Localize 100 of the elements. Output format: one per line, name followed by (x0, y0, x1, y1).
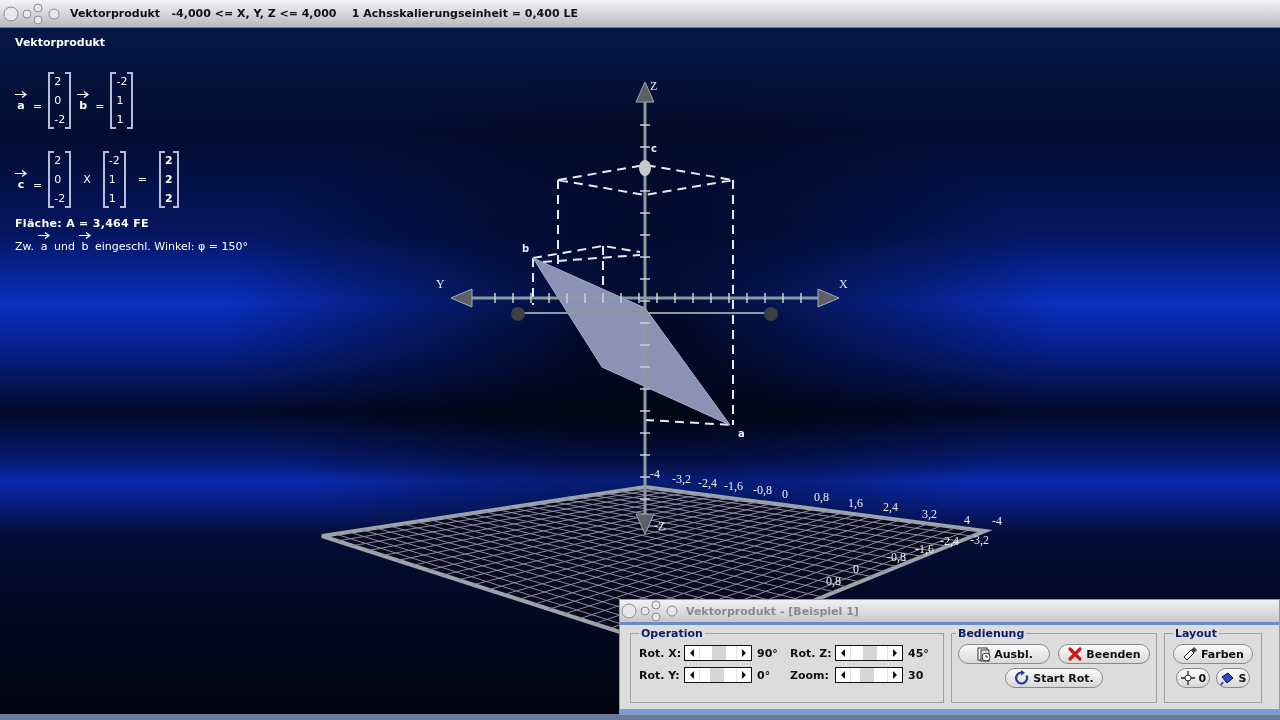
rotate-icon (1014, 670, 1031, 686)
grid-label: -2,4 (940, 534, 959, 548)
grid-label: -3,2 (672, 472, 691, 486)
axis-label: Z (650, 79, 658, 93)
vector-component: 0 (54, 93, 63, 109)
grid-label: 1,6 (848, 496, 863, 510)
grid-label: -0,8 (887, 550, 906, 564)
grid-label: 0 (853, 562, 859, 576)
slider-value: 45° (907, 646, 930, 660)
slider-thumb[interactable] (863, 646, 878, 660)
slider-label: Rot. Z: (790, 646, 833, 660)
vector-component: -2 (116, 74, 128, 90)
angle-text: Zw. (15, 241, 35, 252)
slider-label: Zoom: (790, 668, 830, 682)
left-arrow-icon (690, 671, 694, 679)
vector-arrow-icon (77, 90, 90, 98)
vector-arrow-icon (78, 232, 91, 239)
vector-component: 2 (164, 172, 173, 188)
button[interactable]: S (1215, 668, 1250, 688)
right-arrow-icon (893, 671, 897, 679)
vector-name: b (81, 241, 89, 252)
grid-label: -0,8 (753, 483, 772, 497)
grid-label: -3,2 (970, 533, 989, 547)
left-arrow-icon (841, 649, 845, 657)
button[interactable]: Ausbl. (958, 644, 1050, 664)
heading: Vektorprodukt (15, 36, 106, 49)
angle-text: und (54, 241, 75, 252)
vector-name: c (17, 178, 25, 190)
equals-sign: = (33, 178, 43, 192)
slider-value: 0° (756, 668, 772, 682)
vector-component: 1 (108, 191, 117, 207)
grid-label: 0,8 (814, 490, 829, 504)
vector-arrow-icon (38, 232, 51, 239)
axis-label: -Z (654, 519, 666, 533)
equals-sign: = (95, 99, 105, 113)
slider-thumb[interactable] (709, 668, 724, 682)
brush-icon (1182, 646, 1198, 662)
vector-component: 2 (164, 191, 173, 207)
button[interactable]: Beenden (1058, 644, 1150, 664)
axis-label: Y (436, 277, 445, 291)
vector-component: -2 (54, 112, 66, 128)
document-clock-icon (975, 646, 992, 662)
point-label: c (651, 143, 657, 154)
group-title: Bedienung (957, 627, 1026, 640)
vector-arrow-icon (15, 169, 27, 177)
left-arrow-icon (690, 649, 694, 657)
slider-value: 90° (756, 646, 779, 660)
equals-sign: = (137, 173, 147, 186)
angle-text: eingeschl. Winkel: φ = 150° (94, 241, 248, 252)
slider-value: 30 (907, 668, 925, 682)
slider-thumb[interactable] (859, 668, 874, 682)
vector-component: -2 (108, 153, 120, 169)
point-label: a (738, 428, 745, 439)
slider[interactable] (684, 667, 752, 683)
close-icon (1067, 646, 1084, 662)
vector-component: 1 (116, 112, 125, 128)
grid-label: 3,2 (922, 507, 937, 521)
vector-component: 1 (108, 172, 117, 188)
vector-component: 2 (164, 153, 173, 169)
group-title: Layout (1174, 627, 1218, 640)
group-title: Operation (640, 627, 704, 640)
vector-name: a (40, 241, 48, 252)
right-arrow-icon (742, 649, 746, 657)
crosshair-icon (1179, 670, 1196, 686)
slider[interactable] (835, 645, 903, 661)
vector-component: 1 (116, 93, 125, 109)
area-text: Fläche: A = 3,464 FE (15, 217, 149, 230)
vector-component: 2 (54, 74, 63, 90)
axis-label: X (839, 277, 848, 291)
right-arrow-icon (893, 649, 897, 657)
cross-operator: X (83, 173, 91, 186)
dialog-title: Vektorprodukt - [Beispiel 1] (686, 604, 859, 618)
grid-label: -4 (992, 514, 1002, 528)
slider-thumb[interactable] (712, 646, 727, 660)
point-label: b (522, 243, 530, 254)
button[interactable]: Start Rot. (1005, 668, 1103, 688)
grid-label: -1,6 (915, 542, 934, 556)
slider[interactable] (684, 645, 752, 661)
vector-name: a (17, 99, 25, 111)
grid-label: 0 (782, 487, 788, 501)
grid-label: -1,6 (724, 479, 743, 493)
vector-name: b (79, 99, 88, 111)
axis-tick-label: -4 (650, 467, 660, 481)
vector-component: 0 (54, 172, 63, 188)
left-arrow-icon (841, 671, 845, 679)
right-arrow-icon (742, 671, 746, 679)
grid-label: -2,4 (698, 476, 717, 490)
grid-label: 2,4 (883, 500, 898, 514)
vector-component: -2 (54, 191, 66, 207)
button[interactable]: 0 (1175, 668, 1210, 688)
slider-label: Rot. Y: (639, 668, 681, 682)
vector-component: 2 (54, 153, 63, 169)
grid-label: 4 (964, 513, 970, 527)
equals-sign: = (33, 99, 43, 113)
slider[interactable] (835, 667, 903, 683)
window-title: Vektorprodukt -4,000 <= X, Y, Z <= 4,000 1 Achsskalierungseinheit = 0,400 LE (70, 7, 578, 20)
grid-label: 0,8 (826, 574, 841, 588)
paint-bucket-icon (1219, 670, 1236, 686)
vector-arrow-icon (15, 90, 27, 98)
button[interactable]: Farben (1173, 644, 1253, 664)
